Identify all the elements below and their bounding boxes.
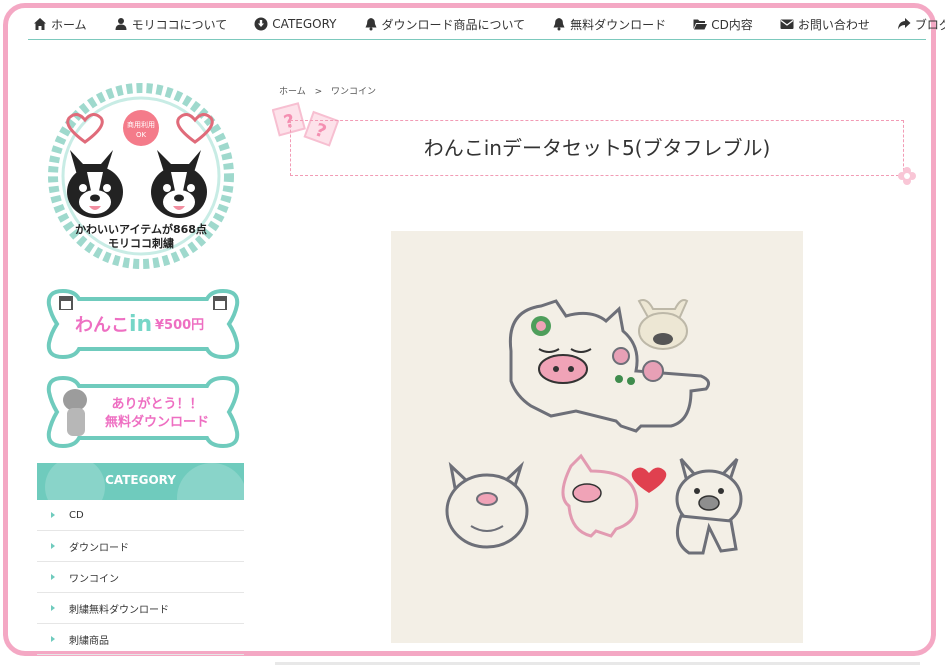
wanko-in-banner[interactable]: わんこ in ¥500円 <box>45 287 241 361</box>
category-item-label: CD <box>69 509 84 521</box>
header-bubble <box>177 463 244 500</box>
nav-contact-label: お問い合わせ <box>797 17 870 32</box>
nav-category[interactable]: CATEGORY <box>254 12 337 36</box>
category-item-cd[interactable]: CD <box>37 500 244 531</box>
category-item-label: 刺繍商品 <box>69 635 109 647</box>
breadcrumb-separator: > <box>314 87 323 97</box>
category-item-label: 刺繍無料ダウンロード <box>69 604 169 616</box>
nav-home-label: ホーム <box>51 17 87 32</box>
caret-right-icon <box>51 574 55 580</box>
banner1-price: ¥500円 <box>155 318 204 333</box>
nav-category-label: CATEGORY <box>272 17 337 31</box>
download-circle-icon <box>254 17 268 31</box>
logo-caption-line1: かわいいアイテムが868点 <box>75 222 207 236</box>
folder-open-icon <box>693 17 708 31</box>
category-item-products[interactable]: 刺繍商品 <box>37 624 244 655</box>
home-icon <box>33 17 47 31</box>
user-icon <box>114 17 128 31</box>
free-download-banner[interactable]: ありがとう！！ 無料ダウンロード <box>45 374 241 450</box>
page-title: わんこinデータセット5(ブタフレブル) <box>423 136 771 160</box>
category-item-label: ワンコイン <box>69 573 119 585</box>
header-bubble <box>45 463 105 500</box>
nav-cd-contents[interactable]: CD内容 <box>693 12 753 36</box>
banner1-wanko: わんこ <box>75 315 129 336</box>
category-item-one-coin[interactable]: ワンコイン <box>37 562 244 593</box>
banner2-line1: ありがとう！！ <box>111 396 202 412</box>
nav-download-info[interactable]: ダウンロード商品について <box>364 12 526 36</box>
product-image[interactable] <box>391 231 803 643</box>
nav-about-label: モリココについて <box>131 17 228 32</box>
category-item-download[interactable]: ダウンロード <box>37 531 244 562</box>
caret-right-icon <box>51 636 55 642</box>
category-header-label: CATEGORY <box>105 473 176 487</box>
banner2-line2: 無料ダウンロード <box>105 414 209 430</box>
site-logo[interactable]: 商用利用 OK かわいいアイテムが868点 モリココ刺繍 <box>45 80 237 270</box>
category-item-label: ダウンロード <box>69 542 129 554</box>
nav-download-info-label: ダウンロード商品について <box>381 17 526 32</box>
top-navigation: ホーム モリココについて CATEGORY ダウンロード商品について 無料ダウン… <box>28 9 945 40</box>
banner1-in: in <box>129 312 152 337</box>
envelope-icon <box>780 17 794 31</box>
flower-decoration-icon <box>897 166 917 186</box>
bottom-divider <box>275 662 920 665</box>
breadcrumb: ホーム > ワンコイン <box>279 84 382 97</box>
bell-icon <box>552 17 566 31</box>
nav-free-download[interactable]: 無料ダウンロード <box>552 12 666 36</box>
nav-free-download-label: 無料ダウンロード <box>570 17 667 32</box>
caret-right-icon <box>51 605 55 611</box>
breadcrumb-current: ワンコイン <box>331 87 377 97</box>
caret-right-icon <box>51 512 55 518</box>
category-list: CD ダウンロード ワンコイン 刺繍無料ダウンロード 刺繍商品 <box>37 500 244 655</box>
logo-badge-line2: OK <box>136 131 147 139</box>
logo-caption-line2: モリココ刺繍 <box>108 236 174 250</box>
nav-blog-label: ブログ <box>914 17 945 32</box>
share-arrow-icon <box>897 17 911 31</box>
category-item-free-download[interactable]: 刺繍無料ダウンロード <box>37 593 244 624</box>
bell-icon <box>364 17 378 31</box>
logo-badge-line1: 商用利用 <box>127 120 155 129</box>
nav-home[interactable]: ホーム <box>33 12 87 36</box>
caret-right-icon <box>51 543 55 549</box>
nav-cd-contents-label: CD内容 <box>711 17 753 32</box>
nav-contact[interactable]: お問い合わせ <box>780 12 870 36</box>
category-header: CATEGORY <box>37 463 244 500</box>
page-title-box: わんこinデータセット5(ブタフレブル) <box>290 120 904 176</box>
nav-blog[interactable]: ブログ <box>897 12 945 36</box>
nav-about[interactable]: モリココについて <box>114 12 228 36</box>
breadcrumb-home[interactable]: ホーム <box>279 87 306 97</box>
